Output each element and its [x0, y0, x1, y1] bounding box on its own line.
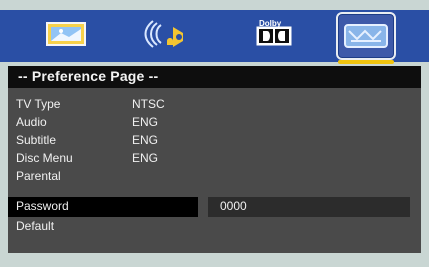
password-value: 0000 — [220, 199, 247, 213]
bottom-border — [0, 253, 429, 267]
dolby-icon-wrap: Dolby — [249, 19, 299, 49]
setting-label: TV Type — [16, 97, 61, 111]
setting-row-audio[interactable]: Audio ENG — [12, 114, 403, 132]
password-label: Password — [16, 199, 69, 213]
dvd-setup-screen: Dolby -- Preference Page -- TV Type NTSC… — [0, 0, 429, 267]
setting-row-subtitle[interactable]: Subtitle ENG — [12, 132, 403, 150]
general-setup-icon[interactable] — [38, 12, 94, 56]
page-title: -- Preference Page -- — [18, 68, 159, 84]
dolby-digital-icon[interactable]: Dolby — [246, 12, 302, 56]
setting-row-disc-menu[interactable]: Disc Menu ENG — [12, 150, 403, 168]
setting-label: Disc Menu — [16, 151, 73, 165]
audio-setup-icon[interactable] — [140, 12, 196, 56]
dolby-logo-graphic — [256, 26, 292, 46]
general-setup-icon-graphic — [46, 22, 86, 46]
setting-row-parental[interactable]: Parental — [12, 168, 403, 186]
setting-label: Parental — [16, 169, 61, 183]
top-border — [0, 0, 429, 10]
setting-value: ENG — [132, 133, 159, 147]
setting-value: ENG — [132, 151, 159, 165]
setting-label: Subtitle — [16, 133, 57, 147]
selected-indicator — [338, 60, 394, 64]
audio-setup-icon-graphic — [144, 20, 183, 48]
setup-icon-bar: Dolby — [0, 10, 429, 64]
page-title-bar: -- Preference Page -- — [8, 66, 421, 88]
setting-value: NTSC — [132, 97, 165, 111]
setting-label: Audio — [16, 115, 47, 129]
preference-page-icon-graphic — [344, 24, 388, 48]
default-option[interactable]: Default — [16, 219, 54, 233]
preference-page-icon[interactable] — [336, 12, 396, 64]
setting-value: ENG — [132, 115, 159, 129]
setting-row-tv-type[interactable]: TV Type NTSC — [12, 96, 403, 114]
